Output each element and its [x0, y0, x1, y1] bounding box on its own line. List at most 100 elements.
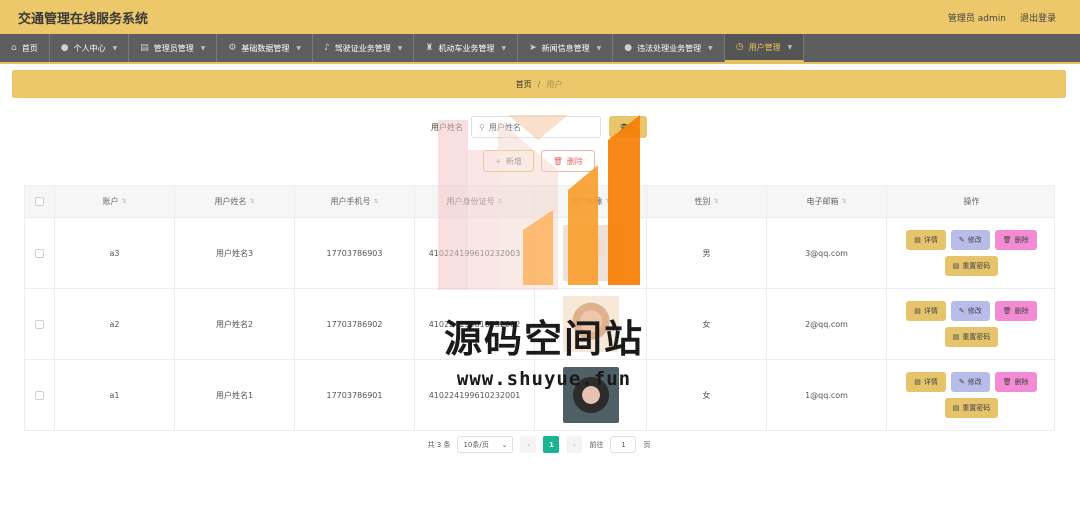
cell-gender: 女: [647, 360, 767, 430]
col-name[interactable]: 用户姓名 ⇅: [175, 186, 295, 217]
next-page-button[interactable]: ›: [566, 436, 583, 453]
avatar-image[interactable]: [562, 367, 619, 423]
user-icon: ●: [624, 43, 633, 53]
mic-icon: ♪: [324, 43, 330, 53]
nav-item-vehicle[interactable]: ♜ 机动车业务管理 ▼: [414, 34, 519, 62]
sort-icon: ⇅: [373, 198, 379, 205]
page-unit: 页: [643, 440, 651, 449]
chevron-left-icon: ‹: [527, 440, 530, 449]
cell-account: a2: [55, 289, 175, 359]
delete-button[interactable]: 🗑 删除: [994, 230, 1037, 250]
select-all-checkbox[interactable]: [35, 197, 44, 206]
sort-icon: ⇅: [605, 198, 611, 205]
home-icon: ⌂: [11, 43, 17, 53]
detail-button[interactable]: ▤ 详情: [906, 301, 946, 321]
plus-icon: +: [495, 156, 502, 166]
breadcrumb: 首页 / 用户: [12, 70, 1066, 98]
gear-icon: ⚙: [228, 43, 237, 53]
trash-icon: 🗑: [1002, 307, 1012, 315]
nav-label: 驾驶证业务管理: [334, 43, 391, 53]
main-content: 首页 / 用户 用户姓名 ⚲ 查询 +新增 🗑删除 账户⇅ 用户姓名⇅ 用户手机…: [12, 70, 1066, 462]
detail-icon: ▤: [914, 307, 921, 315]
cell-avatar: [535, 218, 647, 288]
query-button[interactable]: 查询: [609, 116, 647, 138]
nav-item-basic-data[interactable]: ⚙ 基础数据管理 ▼: [217, 34, 314, 62]
chevron-down-icon: ▼: [397, 44, 403, 52]
nav-item-personal[interactable]: ● 个人中心 ▼: [50, 34, 130, 62]
batch-delete-button[interactable]: 🗑 删除: [540, 150, 595, 172]
detail-label: 详情: [923, 378, 938, 386]
col-label: 用户手机号: [330, 197, 371, 206]
reset-password-button[interactable]: ▤ 重置密码: [944, 256, 999, 276]
trash-icon: 🗑: [552, 156, 563, 166]
nav-item-admin[interactable]: ▤ 管理员管理 ▼: [129, 34, 218, 62]
col-avatar[interactable]: 用户头像 ⇅: [535, 186, 647, 217]
edit-label: 修改: [967, 378, 982, 386]
goto-page-input[interactable]: 1: [610, 436, 637, 453]
add-button[interactable]: + 新增: [483, 150, 534, 172]
col-idcard[interactable]: 用户身份证号 ⇅: [415, 186, 535, 217]
pagination: 共 3 条 10条/页 ⌄ ‹ 1 › 前往 1 页: [12, 436, 1066, 453]
nav-label: 用户管理: [748, 42, 781, 52]
goto-label: 前往: [589, 440, 604, 449]
cell-idcard: 410224199610232003: [415, 218, 535, 288]
ops-line: ▤ 详情 ✎ 修改 🗑 删除: [906, 372, 1037, 392]
col-account[interactable]: 账户 ⇅: [55, 186, 175, 217]
breadcrumb-current: 用户: [546, 79, 563, 89]
delete-button[interactable]: 🗑 删除: [994, 301, 1037, 321]
ops-line: ▤ 详情 ✎ 修改 🗑 删除: [906, 230, 1037, 250]
detail-button[interactable]: ▤ 详情: [906, 372, 946, 392]
delete-button[interactable]: 🗑 删除: [994, 372, 1037, 392]
edit-button[interactable]: ✎ 修改: [950, 301, 990, 321]
sort-icon: ⇅: [121, 198, 127, 205]
nav-item-home[interactable]: ⌂ 首页: [0, 34, 50, 62]
edit-icon: ✎: [958, 236, 965, 244]
col-label: 电子邮箱: [806, 197, 839, 206]
table-header: 账户 ⇅ 用户姓名 ⇅ 用户手机号 ⇅ 用户身份证号 ⇅ 用户头像 ⇅ 性别 ⇅ 电子邮箱 ⇅…: [25, 186, 1054, 217]
edit-icon: ✎: [958, 378, 965, 386]
table-row: a2 用户姓名2 17703786902 410224199610232002 …: [25, 288, 1054, 359]
edit-label: 修改: [967, 236, 982, 244]
reset-label: 重置密码: [962, 333, 991, 341]
col-gender[interactable]: 性别 ⇅: [647, 186, 767, 217]
reset-password-button[interactable]: ▤ 重置密码: [944, 398, 999, 418]
col-label: 用户姓名: [214, 197, 247, 206]
row-checkbox[interactable]: [35, 248, 44, 258]
search-label: 用户姓名: [431, 122, 463, 132]
edit-button[interactable]: ✎ 修改: [950, 372, 990, 392]
row-checkbox[interactable]: [35, 390, 44, 400]
cell-phone: 17703786903: [295, 218, 415, 288]
cell-avatar: [535, 289, 647, 359]
search-input[interactable]: [488, 122, 589, 132]
search-field[interactable]: ⚲: [471, 116, 601, 138]
clock-icon: ◷: [735, 42, 744, 52]
nav-label: 违法处理业务管理: [637, 43, 702, 53]
logout-link[interactable]: 退出登录: [1020, 11, 1056, 24]
prev-page-button[interactable]: ‹: [520, 436, 537, 453]
nav-item-violation[interactable]: ● 违法处理业务管理 ▼: [613, 34, 725, 62]
app-title: 交通管理在线服务系统: [18, 11, 149, 27]
page-number[interactable]: 1: [543, 436, 560, 453]
cell-email: 1@qq.com: [767, 360, 887, 430]
cell-email: 3@qq.com: [767, 218, 887, 288]
breadcrumb-home[interactable]: 首页: [516, 79, 532, 90]
nav-label: 个人中心: [73, 43, 106, 53]
cell-idcard: 410224199610232001: [415, 360, 535, 430]
edit-button[interactable]: ✎ 修改: [950, 230, 990, 250]
page-size-select[interactable]: 10条/页 ⌄: [457, 436, 514, 453]
nav-item-news[interactable]: ➤ 新闻信息管理 ▼: [518, 34, 614, 62]
avatar-image[interactable]: [562, 296, 619, 352]
nav-item-license[interactable]: ♪ 驾驶证业务管理 ▼: [313, 34, 415, 62]
cell-ops: ▤ 详情 ✎ 修改 🗑 删除 ▤ 重置密码: [887, 360, 1056, 430]
reset-password-button[interactable]: ▤ 重置密码: [944, 327, 999, 347]
row-checkbox[interactable]: [35, 319, 44, 329]
col-label: 账户: [102, 197, 119, 206]
nav-item-users[interactable]: ◷ 用户管理 ▼: [724, 34, 805, 62]
col-email[interactable]: 电子邮箱 ⇅: [767, 186, 887, 217]
detail-button[interactable]: ▤ 详情: [906, 230, 946, 250]
avatar-image[interactable]: [562, 225, 619, 281]
chevron-down-icon: ▼: [708, 44, 713, 52]
detail-label: 详情: [923, 236, 938, 244]
top-header: 交通管理在线服务系统 管理员 admin 退出登录: [0, 0, 1080, 34]
col-phone[interactable]: 用户手机号 ⇅: [295, 186, 415, 217]
